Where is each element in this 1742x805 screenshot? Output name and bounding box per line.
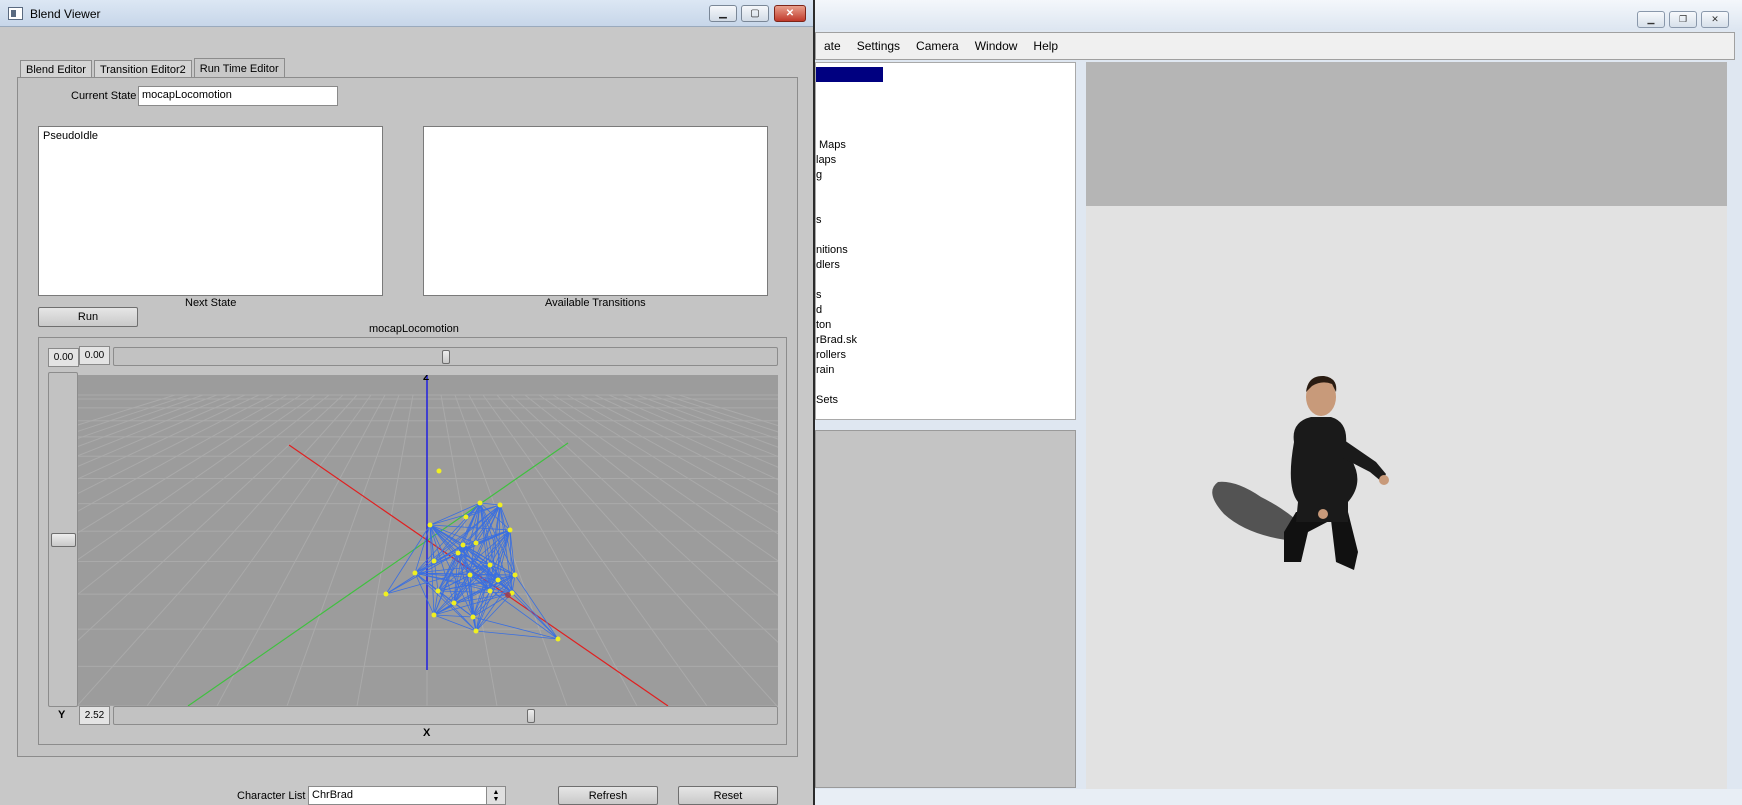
blend-vertex [463, 514, 469, 520]
blend-vertex [487, 588, 493, 594]
tree-item[interactable]: Sets [816, 394, 838, 406]
maximize-icon: ▢ [750, 8, 760, 19]
main-menubar: ate Settings Camera Window Help [815, 32, 1735, 60]
tree-item[interactable]: rollers [816, 349, 846, 361]
blend-vertex [383, 591, 389, 597]
top-slider-handle[interactable] [441, 350, 450, 364]
blend-vertex [431, 558, 437, 564]
x-slider-handle[interactable] [526, 709, 535, 723]
z-axis-label: Z [423, 375, 429, 383]
character-hand-left [1318, 509, 1328, 519]
current-state-label: Current State [71, 90, 137, 102]
close-icon: ✕ [1711, 14, 1719, 24]
tree-item[interactable]: s [816, 214, 822, 226]
spinner-arrows-icon[interactable]: ▲ ▼ [486, 786, 506, 805]
blend-vertex [495, 577, 501, 583]
menu-list: ate Settings Camera Window Help [816, 39, 1066, 53]
next-state-list[interactable]: PseudoIdle [38, 126, 383, 296]
current-state-field[interactable]: mocapLocomotion [138, 86, 338, 106]
y-slider-handle[interactable] [51, 533, 76, 547]
tree-item[interactable]: Maps [819, 139, 846, 151]
z-value-box: 0.00 [48, 348, 79, 367]
menu-help[interactable]: Help [1025, 39, 1066, 53]
reset-button[interactable]: Reset [678, 786, 778, 805]
tree-item[interactable]: laps [816, 154, 836, 166]
tree-item[interactable]: g [816, 169, 822, 181]
taskbar-strip [815, 789, 1742, 805]
blend-vertex [512, 572, 518, 578]
tree-item[interactable]: s [816, 289, 822, 301]
blend-vertex [436, 468, 442, 474]
tab-bar: Blend Editor Transition Editor2 Run Time… [20, 58, 287, 79]
run-button[interactable]: Run [38, 307, 138, 327]
tree-item[interactable]: d [816, 304, 822, 316]
blend-vertex [555, 636, 561, 642]
tree-item[interactable]: ton [816, 319, 831, 331]
tree-selection-highlight [816, 67, 883, 82]
character-list-label: Character List [237, 790, 306, 802]
blend-vertex [497, 502, 503, 508]
window-icon [8, 7, 23, 20]
next-state-label: Next State [185, 297, 237, 309]
tab-run-time-editor[interactable]: Run Time Editor [193, 58, 285, 79]
character-hand-right [1379, 475, 1389, 485]
blend-vertex [473, 540, 479, 546]
blend-vertex [467, 572, 473, 578]
blend-vertex [487, 562, 493, 568]
close-button[interactable]: ✕ [1701, 11, 1729, 28]
tree-item[interactable]: nitions [816, 244, 848, 256]
x-value-box: 2.52 [79, 706, 110, 725]
menu-camera[interactable]: Camera [908, 39, 967, 53]
menu-ate[interactable]: ate [816, 39, 849, 53]
main-titlebar: ▁ ❐ ✕ [815, 0, 1742, 30]
tree-item[interactable]: dlers [816, 259, 840, 271]
blend-vertex [477, 500, 483, 506]
minimize-icon: ▁ [719, 8, 727, 19]
blend-viewer-window: Blend Viewer ▁ ▢ ✕ Blend Editor Transiti… [0, 0, 815, 805]
restore-icon: ❐ [1678, 14, 1688, 24]
close-button[interactable]: ✕ [774, 5, 806, 22]
blend-vertex [507, 527, 513, 533]
top-slider[interactable] [113, 347, 778, 366]
y-slider[interactable] [48, 372, 78, 707]
menu-window[interactable]: Window [967, 39, 1026, 53]
top-slider-value: 0.00 [79, 346, 110, 365]
blend-space-plot[interactable]: Z [78, 375, 778, 706]
tree-item[interactable]: rBrad.sk [816, 334, 857, 346]
x-slider[interactable] [113, 706, 778, 725]
blend-vertex [431, 612, 437, 618]
minimize-button[interactable]: ▁ [1637, 11, 1665, 28]
blend-vertex [455, 550, 461, 556]
properties-panel [815, 430, 1076, 788]
menu-settings[interactable]: Settings [849, 39, 908, 53]
current-parameter-point [505, 592, 511, 598]
character-list-select[interactable]: ChrBrad [308, 786, 506, 805]
close-icon: ✕ [785, 8, 795, 19]
3d-viewport[interactable] [1086, 62, 1727, 789]
resource-tree[interactable]: Maps laps g s nitions dlers s d ton rBrad.sk rolle… [815, 62, 1076, 420]
blend-vertex [412, 570, 418, 576]
blend-vertex [470, 614, 476, 620]
blend-vertex [451, 600, 457, 606]
y-axis-label: Y [58, 709, 66, 721]
x-axis-label: X [423, 727, 431, 739]
minimize-icon: ▁ [1647, 14, 1655, 24]
window-title: Blend Viewer [30, 7, 101, 21]
refresh-button[interactable]: Refresh [558, 786, 658, 805]
blend-vertex [473, 628, 479, 634]
tree-item[interactable]: rain [816, 364, 834, 376]
character-render [1212, 375, 1389, 570]
maximize-button[interactable]: ❐ [1669, 11, 1697, 28]
blend-vertex [427, 522, 433, 528]
available-transitions-label: Available Transitions [545, 297, 646, 309]
blend-vertex [460, 542, 466, 548]
list-item[interactable]: PseudoIdle [43, 130, 378, 142]
maximize-button[interactable]: ▢ [741, 5, 769, 22]
minimize-button[interactable]: ▁ [709, 5, 737, 22]
available-transitions-list[interactable] [423, 126, 768, 296]
blend-vertex [435, 588, 441, 594]
character-list-value: ChrBrad [312, 789, 353, 801]
blend-viewer-titlebar: Blend Viewer ▁ ▢ ✕ [0, 0, 813, 27]
graph-title: mocapLocomotion [369, 323, 459, 335]
